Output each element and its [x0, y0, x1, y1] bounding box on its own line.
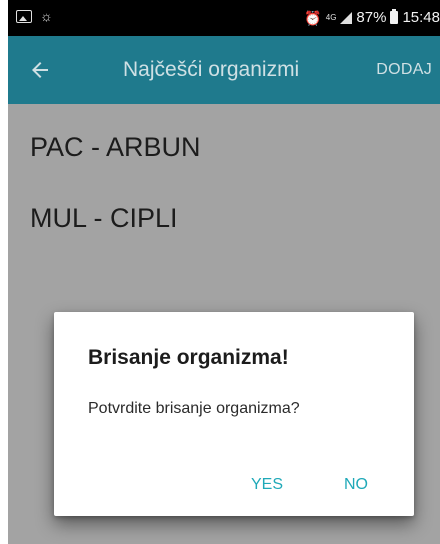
add-button[interactable]: DODAJ: [376, 61, 432, 79]
confirm-dialog: Brisanje organizma! Potvrdite brisanje o…: [54, 312, 414, 516]
status-time: 15:48: [402, 9, 440, 26]
signal-icon: [340, 11, 353, 24]
gallery-icon: [16, 9, 32, 23]
phone-screen: ☼ ⏰ 4G 87% 15:48 Najčešći organizmi DODA…: [0, 0, 440, 544]
arrow-left-icon[interactable]: [28, 58, 52, 82]
no-button[interactable]: NO: [344, 476, 368, 494]
network-type: 4G: [325, 12, 337, 22]
list-item[interactable]: PAC - ARBUN: [30, 132, 201, 163]
list-item[interactable]: MUL - CIPLI: [30, 203, 178, 234]
alarm-icon: ⏰: [304, 9, 322, 26]
page-title: Najčešći organizmi: [123, 58, 300, 81]
status-bar: ☼ ⏰ 4G 87% 15:48: [8, 0, 440, 36]
weather-icon: ☼: [40, 8, 53, 24]
status-left-icons: ☼: [16, 9, 53, 23]
dialog-title: Brisanje organizma!: [88, 346, 289, 369]
battery-percent: 87%: [356, 9, 387, 26]
yes-button[interactable]: YES: [251, 476, 283, 494]
app-window: ☼ ⏰ 4G 87% 15:48 Najčešći organizmi DODA…: [8, 0, 440, 544]
status-right: ⏰ 4G 87% 15:48: [304, 9, 440, 26]
dialog-message: Potvrdite brisanje organizma?: [88, 400, 300, 417]
battery-icon: [390, 9, 399, 24]
app-bar: Najčešći organizmi DODAJ: [8, 36, 440, 104]
